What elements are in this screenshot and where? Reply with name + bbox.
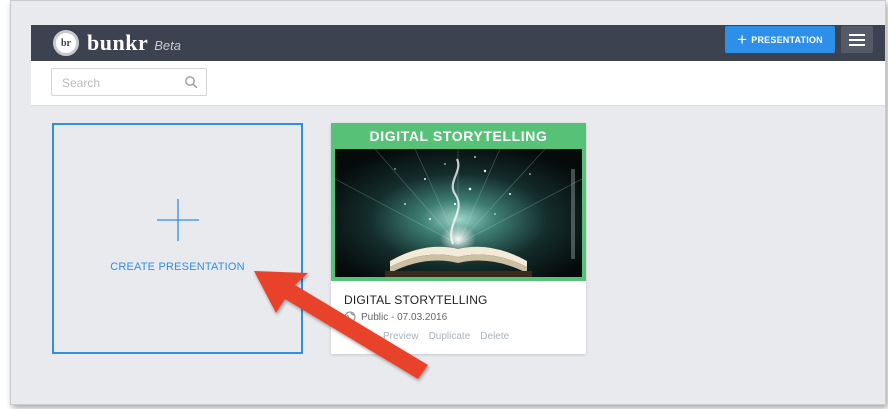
search-box[interactable] — [51, 68, 207, 96]
new-presentation-label: PRESENTATION — [751, 34, 823, 45]
app-window: br bunkr Beta + PRESENTATION CREATE PRE — [10, 0, 886, 405]
logo-text: bunkr — [87, 30, 149, 55]
search-icon[interactable] — [184, 75, 198, 89]
search-toolbar — [31, 61, 885, 106]
hamburger-icon-line — [849, 33, 865, 36]
logo-badge-icon: br — [53, 30, 79, 56]
new-presentation-button[interactable]: + PRESENTATION — [725, 26, 835, 53]
hamburger-icon-line — [849, 38, 865, 41]
bunkr-logo[interactable]: br bunkr Beta — [53, 29, 181, 57]
hamburger-menu-button[interactable] — [841, 26, 873, 53]
annotation-arrow — [254, 271, 428, 379]
hamburger-icon-line — [849, 43, 865, 46]
delete-link[interactable]: Delete — [480, 331, 509, 342]
beta-label: Beta — [154, 37, 181, 53]
top-navigation-bar: br bunkr Beta + PRESENTATION — [31, 25, 885, 61]
presentation-header-title: DIGITAL STORYTELLING — [369, 128, 548, 144]
plus-icon: + — [737, 30, 748, 49]
plus-icon — [157, 199, 199, 241]
search-input[interactable] — [60, 73, 174, 93]
